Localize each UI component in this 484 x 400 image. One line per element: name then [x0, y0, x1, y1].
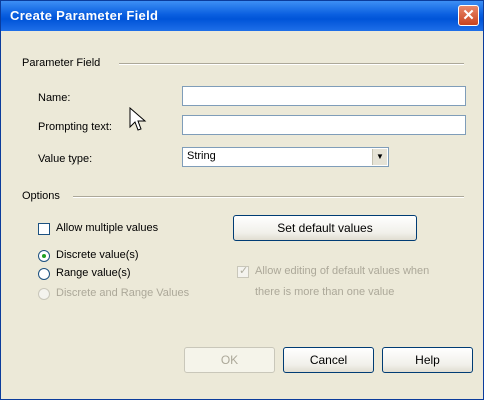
value-type-label: Value type: — [38, 153, 93, 165]
name-input[interactable] — [182, 86, 466, 106]
close-icon: ✕ — [462, 7, 475, 24]
range-values-label: Range value(s) — [56, 267, 131, 279]
discrete-values-label: Discrete value(s) — [56, 249, 139, 261]
set-default-values-button[interactable]: Set default values — [233, 215, 417, 241]
chevron-down-icon[interactable]: ▼ — [372, 149, 387, 165]
mouse-pointer-icon — [129, 107, 147, 131]
checkmark-icon: ✓ — [239, 265, 249, 277]
discrete-and-range-label: Discrete and Range Values — [56, 287, 190, 299]
create-parameter-field-dialog: Create Parameter Field ✕ Parameter Field… — [0, 0, 484, 400]
options-group-label: Options — [22, 190, 60, 202]
discrete-and-range-radio[interactable] — [38, 288, 50, 300]
options-divider — [73, 196, 464, 198]
allow-multiple-values-label: Allow multiple values — [56, 222, 159, 234]
allow-editing-defaults-label-line1: Allow editing of default values when — [255, 265, 430, 277]
prompting-text-label: Prompting text: — [38, 121, 112, 133]
window-title: Create Parameter Field — [10, 8, 159, 23]
discrete-values-radio[interactable] — [38, 250, 50, 262]
ok-button[interactable]: OK — [184, 347, 275, 373]
help-button[interactable]: Help — [382, 347, 473, 373]
value-type-select[interactable]: String ▼ — [182, 147, 389, 167]
parameter-field-divider — [119, 63, 464, 65]
parameter-field-group-label: Parameter Field — [22, 57, 101, 69]
prompting-text-input[interactable] — [182, 115, 466, 135]
allow-editing-defaults-label-line2: there is more than one value — [255, 286, 395, 298]
radio-selected-dot — [42, 254, 46, 258]
allow-editing-defaults-checkbox[interactable]: ✓ — [237, 265, 249, 278]
name-label: Name: — [38, 92, 71, 104]
cancel-button[interactable]: Cancel — [283, 347, 374, 373]
allow-multiple-values-checkbox[interactable] — [38, 223, 50, 235]
range-values-radio[interactable] — [38, 268, 50, 280]
value-type-selected: String — [187, 150, 216, 162]
title-bar[interactable]: Create Parameter Field ✕ — [1, 1, 483, 31]
close-button[interactable]: ✕ — [458, 5, 479, 26]
